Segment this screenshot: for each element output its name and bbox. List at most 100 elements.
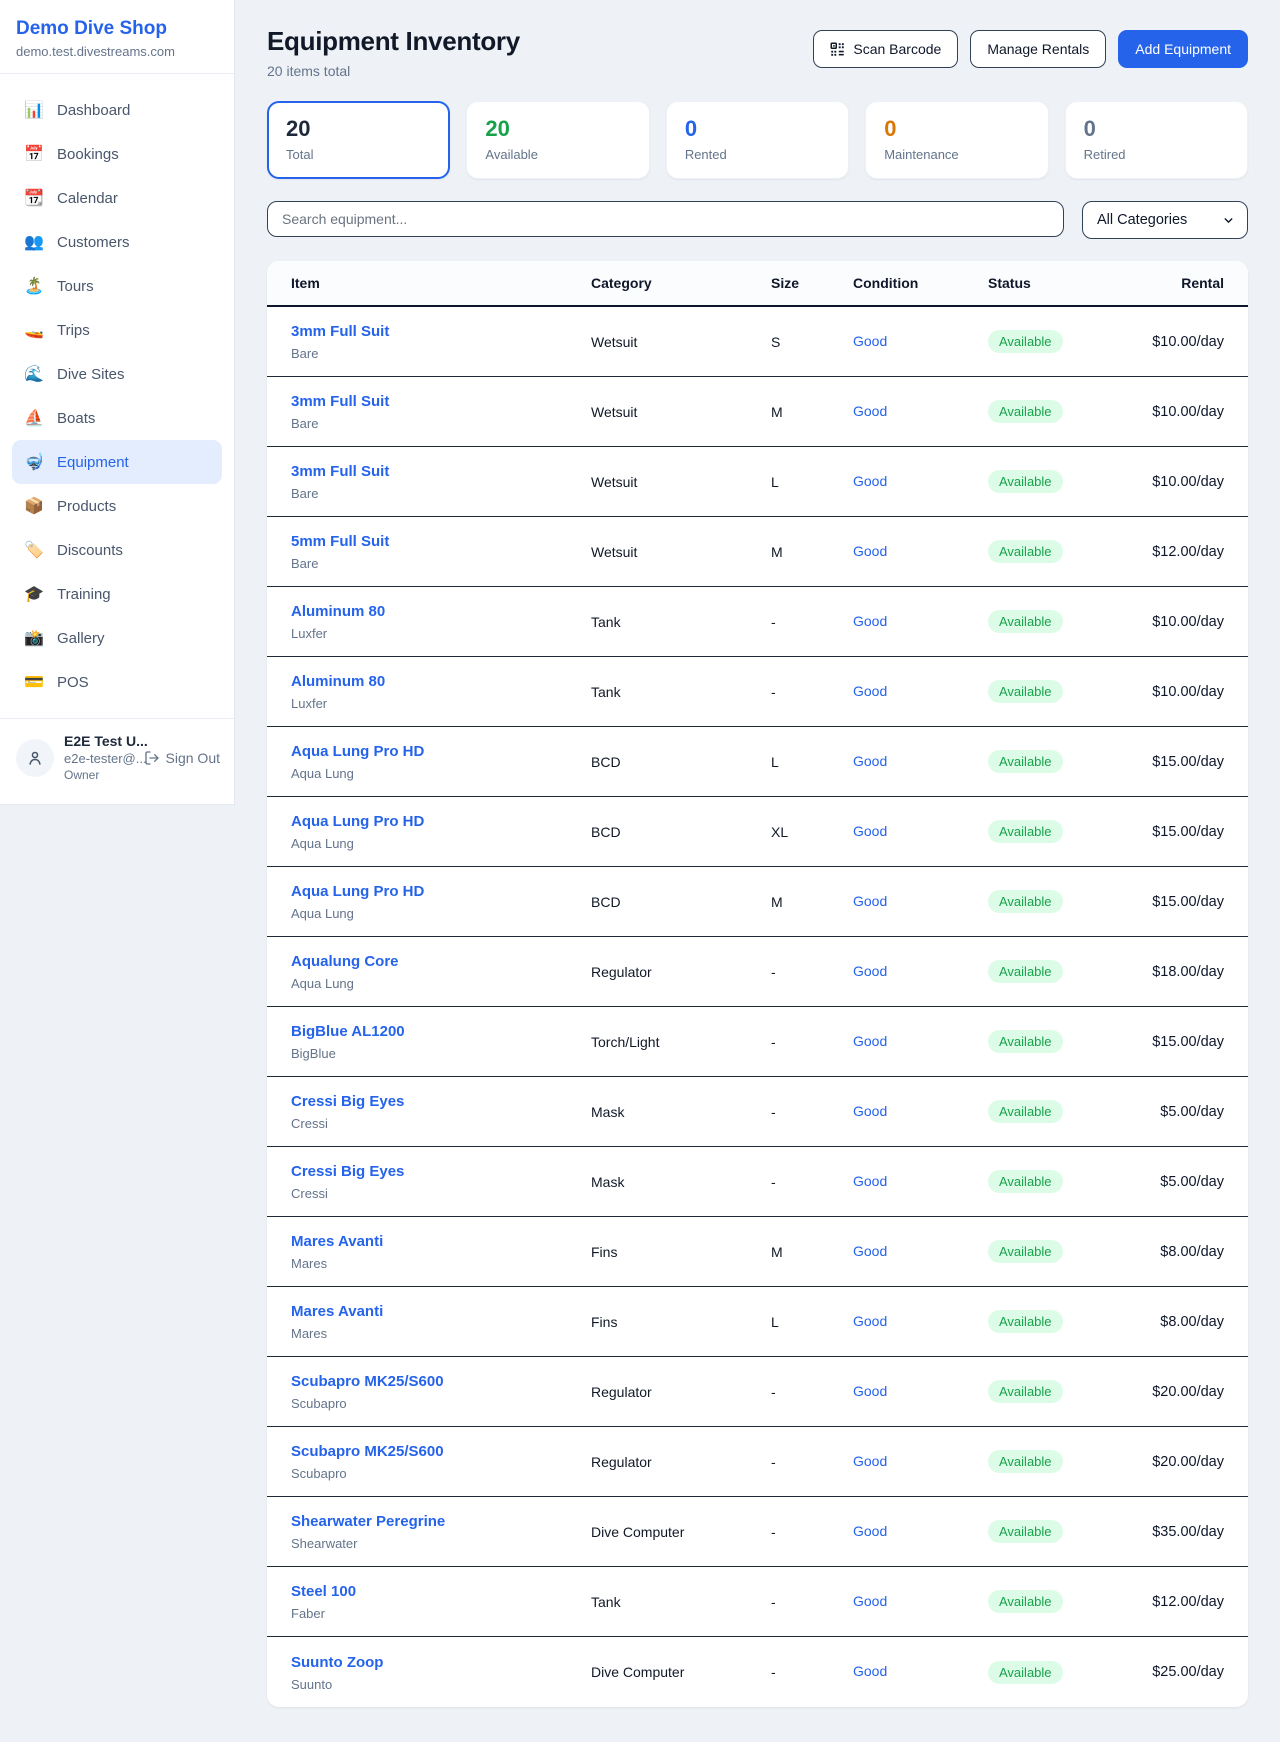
item-name-link[interactable]: Aqualung Core: [291, 952, 591, 972]
condition-link[interactable]: Good: [853, 473, 887, 489]
sidebar-item-equipment[interactable]: 🤿Equipment: [12, 440, 222, 484]
item-brand: Bare: [291, 346, 591, 361]
table-row: Aqualung CoreAqua LungRegulator-GoodAvai…: [267, 937, 1248, 1007]
size-cell: L: [771, 474, 853, 490]
search-input[interactable]: [267, 201, 1064, 237]
rental-cell: $8.00/day: [1133, 1244, 1224, 1260]
manage-rentals-button[interactable]: Manage Rentals: [970, 30, 1106, 68]
rental-cell: $10.00/day: [1133, 404, 1224, 420]
condition-link[interactable]: Good: [853, 1593, 887, 1609]
sidebar-item-pos[interactable]: 💳POS: [12, 660, 222, 704]
condition-link[interactable]: Good: [853, 1523, 887, 1539]
item-name-link[interactable]: BigBlue AL1200: [291, 1022, 591, 1042]
sidebar-item-dive-sites[interactable]: 🌊Dive Sites: [12, 352, 222, 396]
sidebar-item-label: Tours: [57, 278, 94, 295]
sign-out-button[interactable]: Sign Out: [144, 750, 220, 766]
condition-link[interactable]: Good: [853, 543, 887, 559]
item-brand: BigBlue: [291, 1046, 591, 1061]
sidebar-item-training[interactable]: 🎓Training: [12, 572, 222, 616]
stat-label: Total: [286, 147, 431, 162]
item-name-link[interactable]: Mares Avanti: [291, 1232, 591, 1252]
item-name-link[interactable]: Steel 100: [291, 1582, 591, 1602]
condition-link[interactable]: Good: [853, 1243, 887, 1259]
stat-card-rented[interactable]: 0Rented: [666, 101, 849, 179]
item-brand: Mares: [291, 1326, 591, 1341]
rental-cell: $12.00/day: [1133, 1594, 1224, 1610]
item-cell: Aqua Lung Pro HD Aqua Lung: [291, 812, 591, 851]
item-name-link[interactable]: Scubapro MK25/S600: [291, 1372, 591, 1392]
main-content: Equipment Inventory 20 items total: [235, 0, 1280, 1739]
scan-barcode-button[interactable]: Scan Barcode: [813, 30, 958, 68]
category-cell: Mask: [591, 1174, 771, 1190]
item-name-link[interactable]: Aqua Lung Pro HD: [291, 812, 591, 832]
status-badge: Available: [988, 540, 1063, 563]
add-equipment-button[interactable]: Add Equipment: [1118, 30, 1248, 68]
stat-card-available[interactable]: 20Available: [466, 101, 649, 179]
condition-cell: Good: [853, 1523, 988, 1541]
condition-link[interactable]: Good: [853, 753, 887, 769]
condition-link[interactable]: Good: [853, 1663, 887, 1679]
sidebar-item-discounts[interactable]: 🏷️Discounts: [12, 528, 222, 572]
status-cell: Available: [988, 960, 1133, 983]
item-name-link[interactable]: Scubapro MK25/S600: [291, 1442, 591, 1462]
item-name-link[interactable]: Aluminum 80: [291, 602, 591, 622]
sidebar-item-products[interactable]: 📦Products: [12, 484, 222, 528]
item-brand: Aqua Lung: [291, 836, 591, 851]
status-cell: Available: [988, 890, 1133, 913]
condition-link[interactable]: Good: [853, 963, 887, 979]
size-cell: -: [771, 1384, 853, 1400]
rental-cell: $10.00/day: [1133, 614, 1224, 630]
size-cell: -: [771, 1454, 853, 1470]
sidebar-item-label: Boats: [57, 410, 95, 427]
status-cell: Available: [988, 330, 1133, 353]
category-cell: Wetsuit: [591, 474, 771, 490]
sidebar-item-gallery[interactable]: 📸Gallery: [12, 616, 222, 660]
condition-link[interactable]: Good: [853, 1173, 887, 1189]
item-name-link[interactable]: 5mm Full Suit: [291, 532, 591, 552]
sidebar-nav: 📊Dashboard📅Bookings📆Calendar👥Customers🏝️…: [0, 74, 234, 712]
item-name-link[interactable]: Aluminum 80: [291, 672, 591, 692]
sidebar-item-dashboard[interactable]: 📊Dashboard: [12, 88, 222, 132]
condition-link[interactable]: Good: [853, 403, 887, 419]
rental-cell: $18.00/day: [1133, 964, 1224, 980]
condition-link[interactable]: Good: [853, 1033, 887, 1049]
condition-link[interactable]: Good: [853, 1453, 887, 1469]
item-name-link[interactable]: 3mm Full Suit: [291, 322, 591, 342]
condition-link[interactable]: Good: [853, 613, 887, 629]
sidebar-item-tours[interactable]: 🏝️Tours: [12, 264, 222, 308]
rental-cell: $20.00/day: [1133, 1384, 1224, 1400]
rental-cell: $35.00/day: [1133, 1524, 1224, 1540]
item-name-link[interactable]: Cressi Big Eyes: [291, 1092, 591, 1112]
stat-card-retired[interactable]: 0Retired: [1065, 101, 1248, 179]
item-name-link[interactable]: Aqua Lung Pro HD: [291, 742, 591, 762]
pos-icon: 💳: [24, 672, 44, 692]
status-badge: Available: [988, 1240, 1063, 1263]
status-cell: Available: [988, 540, 1133, 563]
sidebar-item-calendar[interactable]: 📆Calendar: [12, 176, 222, 220]
condition-link[interactable]: Good: [853, 1103, 887, 1119]
item-name-link[interactable]: 3mm Full Suit: [291, 392, 591, 412]
stat-card-total[interactable]: 20Total: [267, 101, 450, 179]
item-name-link[interactable]: Shearwater Peregrine: [291, 1512, 591, 1532]
sidebar-item-trips[interactable]: 🚤Trips: [12, 308, 222, 352]
condition-link[interactable]: Good: [853, 893, 887, 909]
stat-card-maintenance[interactable]: 0Maintenance: [865, 101, 1048, 179]
item-name-link[interactable]: Cressi Big Eyes: [291, 1162, 591, 1182]
rental-cell: $5.00/day: [1133, 1104, 1224, 1120]
condition-link[interactable]: Good: [853, 1313, 887, 1329]
condition-link[interactable]: Good: [853, 683, 887, 699]
item-name-link[interactable]: Aqua Lung Pro HD: [291, 882, 591, 902]
size-cell: -: [771, 1174, 853, 1190]
item-cell: Aluminum 80Luxfer: [291, 602, 591, 641]
condition-link[interactable]: Good: [853, 333, 887, 349]
condition-link[interactable]: Good: [853, 1383, 887, 1399]
sidebar-item-customers[interactable]: 👥Customers: [12, 220, 222, 264]
sidebar-item-bookings[interactable]: 📅Bookings: [12, 132, 222, 176]
training-icon: 🎓: [24, 584, 44, 604]
sidebar-item-boats[interactable]: ⛵Boats: [12, 396, 222, 440]
condition-link[interactable]: Good: [853, 823, 887, 839]
item-name-link[interactable]: 3mm Full Suit: [291, 462, 591, 482]
item-name-link[interactable]: Suunto Zoop: [291, 1653, 591, 1673]
category-select[interactable]: All Categories: [1082, 201, 1248, 239]
item-name-link[interactable]: Mares Avanti: [291, 1302, 591, 1322]
